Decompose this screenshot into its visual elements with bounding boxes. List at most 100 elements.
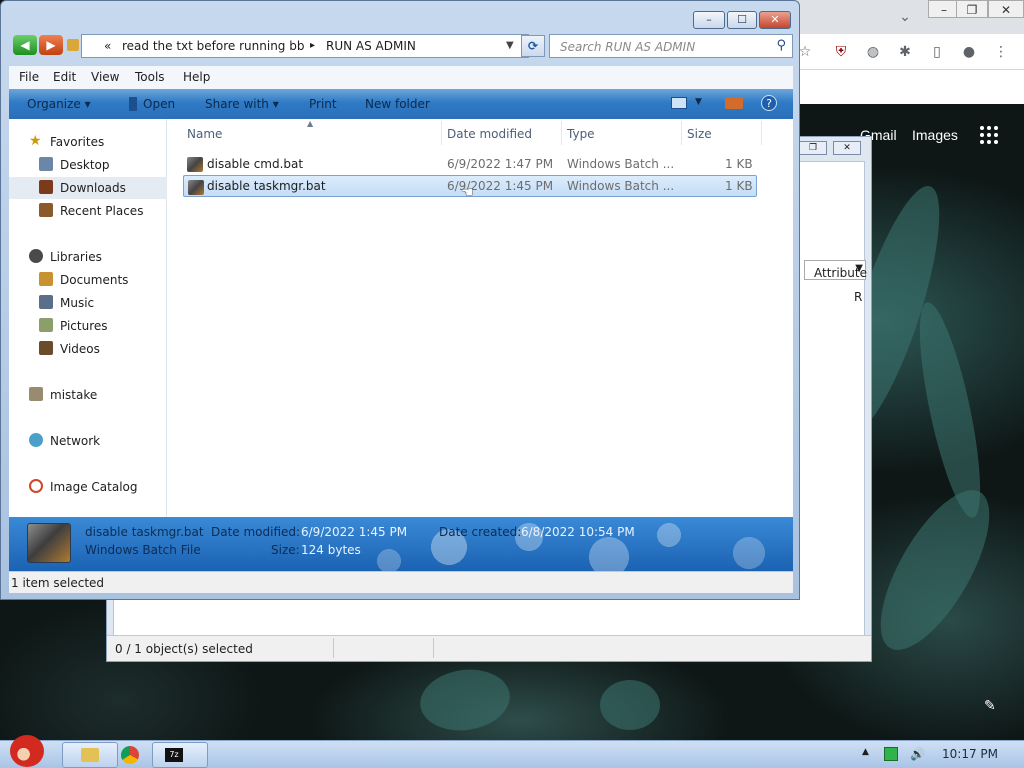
attributes-header[interactable]: Attribute — [814, 266, 867, 280]
details-created-value: 6/8/2022 10:54 PM — [521, 525, 635, 539]
menu-bar: File Edit View Tools Help — [9, 65, 793, 89]
maximize-button[interactable]: ☐ — [727, 11, 757, 29]
nav-videos[interactable]: Videos — [9, 338, 167, 360]
images-link[interactable]: Images — [912, 127, 958, 143]
column-type[interactable]: Type — [567, 127, 595, 141]
navigation-pane: ★ Favorites Desktop Downloads Recent Pla… — [9, 119, 167, 517]
nav-mistake[interactable]: mistake — [9, 384, 167, 406]
documents-icon — [39, 272, 53, 286]
restore-icon[interactable]: ❐ — [799, 141, 827, 155]
open-button[interactable]: Open — [143, 97, 175, 111]
refresh-icon[interactable]: ⟳ — [521, 35, 545, 57]
nav-pictures[interactable]: Pictures — [9, 315, 167, 337]
sidepanel-icon[interactable]: ▯ — [926, 41, 948, 63]
command-bar: Organize ▾ Open Share with ▾ Print New f… — [9, 89, 793, 119]
clock[interactable]: 10:17 PM — [942, 747, 998, 761]
menu-view[interactable]: View — [91, 70, 119, 84]
address-bar[interactable]: « read the txt before running bb ▸ RUN A… — [81, 34, 529, 58]
7zip-icon: 7z — [165, 748, 183, 762]
chevron-down-icon[interactable]: ▼ — [506, 40, 514, 51]
selection-status: 1 item selected — [11, 576, 105, 590]
nav-libraries[interactable]: Libraries — [9, 246, 167, 268]
breadcrumb-folder[interactable]: read the txt before running bb — [122, 39, 304, 53]
pictures-icon — [39, 318, 53, 332]
file-thumbnail-icon — [27, 523, 71, 563]
browser-tabstrip: ⌄ – ❐ ✕ — [790, 0, 1024, 34]
close-icon[interactable]: ✕ — [988, 0, 1024, 18]
open-icon — [129, 97, 137, 111]
new-folder-button[interactable]: New folder — [365, 97, 430, 111]
help-icon[interactable]: ? — [761, 95, 777, 111]
view-options-icon[interactable] — [671, 97, 687, 109]
details-filename: disable taskmgr.bat — [85, 525, 204, 539]
nav-recent-places[interactable]: Recent Places — [9, 200, 167, 222]
close-icon[interactable]: ✕ — [833, 141, 861, 155]
search-input[interactable]: Search RUN AS ADMIN ⚲ — [549, 34, 793, 58]
nav-favorites[interactable]: ★ Favorites — [9, 131, 167, 153]
column-size[interactable]: Size — [687, 127, 712, 141]
close-button[interactable]: ✕ — [759, 11, 791, 29]
selection-status: 0 / 1 object(s) selected — [115, 642, 253, 656]
details-size-value: 124 bytes — [301, 543, 361, 557]
nav-network[interactable]: Network — [9, 430, 167, 452]
batch-file-icon — [187, 157, 203, 172]
tray-expand-icon[interactable]: ▲ — [862, 747, 876, 761]
nav-desktop[interactable]: Desktop — [9, 154, 167, 176]
back-button[interactable]: ◀ — [13, 35, 37, 55]
menu-help[interactable]: Help — [183, 70, 210, 84]
downloads-icon — [39, 180, 53, 194]
file-date: 6/9/2022 1:47 PM — [447, 157, 554, 171]
kebab-menu-icon[interactable]: ⋮ — [990, 41, 1012, 63]
start-button[interactable] — [4, 733, 48, 768]
column-name[interactable]: Name — [187, 127, 222, 141]
chrome-icon — [121, 746, 139, 764]
menu-edit[interactable]: Edit — [53, 70, 76, 84]
search-icon[interactable]: ⚲ — [776, 38, 786, 53]
nav-downloads[interactable]: Downloads — [9, 177, 167, 199]
file-name: disable cmd.bat — [207, 157, 304, 171]
file-type: Windows Batch ... — [567, 157, 675, 171]
organize-button[interactable]: Organize ▾ — [27, 97, 91, 111]
menu-file[interactable]: File — [19, 70, 39, 84]
breadcrumb-separator[interactable]: ▸ — [310, 40, 315, 51]
file-list: ▲ Name Date modified Type Size disable c… — [167, 119, 793, 517]
puzzle-icon[interactable]: ✱ — [894, 41, 916, 63]
details-created-label: Date created: — [439, 525, 522, 539]
breadcrumb-current[interactable]: RUN AS ADMIN — [326, 39, 416, 53]
share-with-button[interactable]: Share with ▾ — [205, 97, 279, 111]
videos-icon — [39, 341, 53, 355]
pencil-icon[interactable]: ✎ — [984, 698, 1000, 714]
browser-toolbar: ☆ ⛨ ◍ ✱ ▯ ● ⋮ — [790, 34, 1024, 70]
extension-icon[interactable]: ◍ — [862, 41, 884, 63]
forward-button[interactable]: ▶ — [39, 35, 63, 55]
column-date-modified[interactable]: Date modified — [447, 127, 532, 141]
volume-icon[interactable]: 🔊 — [910, 747, 925, 761]
chevron-down-icon[interactable]: ▼ — [695, 97, 702, 107]
ublock-icon[interactable]: ⛨ — [830, 41, 852, 63]
desktop-icon — [39, 157, 53, 171]
explorer-icon — [81, 748, 99, 762]
chevron-down-icon[interactable]: ⌄ — [894, 6, 916, 28]
mouse-cursor-icon: ☚ — [461, 185, 474, 201]
profile-icon[interactable]: ● — [958, 41, 980, 63]
file-size: 1 KB — [725, 179, 753, 193]
restore-icon[interactable]: ❐ — [956, 0, 988, 18]
taskbar-explorer[interactable] — [62, 742, 118, 768]
breadcrumb-overflow[interactable]: « — [104, 39, 111, 53]
browser-window: ⌄ – ❐ ✕ ☆ ⛨ ◍ ✱ ▯ ● ⋮ — [790, 0, 1024, 104]
nav-documents[interactable]: Documents — [9, 269, 167, 291]
taskbar-chrome[interactable] — [120, 742, 150, 768]
taskbar-7zip[interactable]: 7z — [152, 742, 208, 768]
print-button[interactable]: Print — [309, 97, 337, 111]
details-size-label: Size: — [271, 543, 300, 557]
music-icon — [39, 295, 53, 309]
menu-tools[interactable]: Tools — [135, 70, 165, 84]
nav-image-catalog[interactable]: Image Catalog — [9, 476, 167, 498]
network-tray-icon[interactable] — [884, 747, 898, 761]
nav-music[interactable]: Music — [9, 292, 167, 314]
preview-pane-icon[interactable] — [725, 97, 743, 109]
apps-grid-icon[interactable] — [980, 126, 998, 144]
file-row[interactable]: disable cmd.bat 6/9/2022 1:47 PM Windows… — [183, 153, 757, 175]
batch-file-icon — [188, 180, 204, 195]
minimize-button[interactable]: – — [693, 11, 725, 29]
